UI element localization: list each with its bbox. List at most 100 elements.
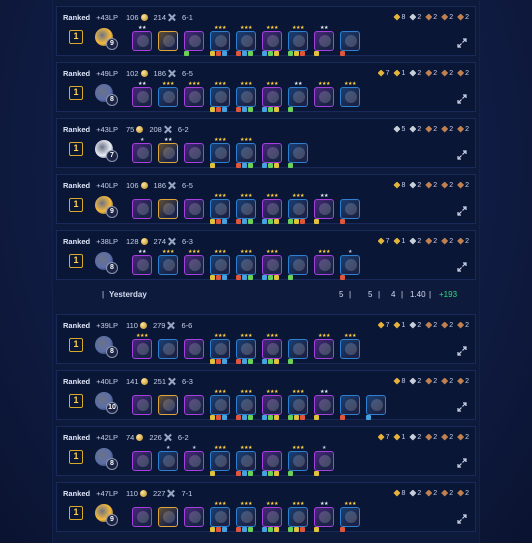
champion-portrait[interactable] xyxy=(184,507,204,527)
expand-icon[interactable] xyxy=(457,203,467,216)
champion-portrait[interactable] xyxy=(314,451,334,471)
champion-portrait[interactable] xyxy=(132,451,152,471)
champion-portrait[interactable] xyxy=(236,199,256,219)
champion-portrait[interactable] xyxy=(288,507,308,527)
champion-portrait[interactable] xyxy=(262,87,282,107)
champion-portrait[interactable] xyxy=(236,507,256,527)
champion-portrait[interactable] xyxy=(340,87,360,107)
champion-portrait[interactable] xyxy=(288,143,308,163)
expand-icon[interactable] xyxy=(457,91,467,104)
champion-portrait[interactable] xyxy=(184,395,204,415)
champion-portrait[interactable] xyxy=(184,255,204,275)
match-card[interactable]: Ranked +42LP 74 226 6-2 7 1 2 2 2 2 1 8 ★ ★ ★★★ ★★★ ★★★ ★ xyxy=(56,426,476,476)
champion-portrait[interactable] xyxy=(314,87,334,107)
champion-portrait[interactable] xyxy=(314,199,334,219)
trait-count: 7 xyxy=(377,237,389,245)
champion-portrait[interactable] xyxy=(132,199,152,219)
champion-portrait[interactable] xyxy=(184,339,204,359)
champion-portrait[interactable] xyxy=(210,339,230,359)
champion-portrait[interactable] xyxy=(236,31,256,51)
champion-portrait[interactable] xyxy=(158,507,178,527)
champion-portrait[interactable] xyxy=(366,395,386,415)
champion-portrait[interactable] xyxy=(262,395,282,415)
champion-portrait[interactable] xyxy=(132,31,152,51)
champion-portrait[interactable] xyxy=(288,31,308,51)
item-icon xyxy=(314,219,319,224)
champion-portrait[interactable] xyxy=(314,255,334,275)
champion-portrait[interactable] xyxy=(184,87,204,107)
champion-portrait[interactable] xyxy=(184,143,204,163)
champion-portrait[interactable] xyxy=(210,199,230,219)
expand-icon[interactable] xyxy=(457,147,467,160)
champion-portrait[interactable] xyxy=(262,143,282,163)
champion-portrait[interactable] xyxy=(262,31,282,51)
champion-portrait[interactable] xyxy=(158,451,178,471)
champion-portrait[interactable] xyxy=(340,31,360,51)
champion-portrait[interactable] xyxy=(158,395,178,415)
champion-portrait[interactable] xyxy=(288,255,308,275)
champion-portrait[interactable] xyxy=(288,199,308,219)
champion-portrait[interactable] xyxy=(158,87,178,107)
champion-portrait[interactable] xyxy=(184,31,204,51)
champion-portrait[interactable] xyxy=(236,255,256,275)
champion-portrait[interactable] xyxy=(262,199,282,219)
champion-portrait[interactable] xyxy=(158,199,178,219)
champion-portrait[interactable] xyxy=(314,507,334,527)
champion-portrait[interactable] xyxy=(340,199,360,219)
champion-portrait[interactable] xyxy=(132,395,152,415)
expand-icon[interactable] xyxy=(457,259,467,272)
champion-portrait[interactable] xyxy=(288,395,308,415)
champion-portrait[interactable] xyxy=(210,255,230,275)
match-card[interactable]: Ranked +40LP 106 186 6-5 8 2 2 2 2 1 9 ★★★ ★★★ ★★★ ★★★ ★… xyxy=(56,174,476,224)
champion-portrait[interactable] xyxy=(340,255,360,275)
champion-portrait[interactable] xyxy=(340,507,360,527)
match-card[interactable]: Ranked +43LP 75 208 6-2 5 2 2 2 2 1 7 ★ ★★ ★★★ ★★★ xyxy=(56,118,476,168)
champion-portrait[interactable] xyxy=(288,451,308,471)
champion-portrait[interactable] xyxy=(262,255,282,275)
champion-portrait[interactable] xyxy=(132,255,152,275)
expand-icon[interactable] xyxy=(457,455,467,468)
champion-portrait[interactable] xyxy=(184,451,204,471)
expand-icon[interactable] xyxy=(457,35,467,48)
champion-portrait[interactable] xyxy=(236,143,256,163)
champion-portrait[interactable] xyxy=(210,395,230,415)
expand-icon[interactable] xyxy=(457,511,467,524)
champion-portrait[interactable] xyxy=(210,31,230,51)
champion-portrait[interactable] xyxy=(288,87,308,107)
champion-portrait[interactable] xyxy=(158,143,178,163)
champion-portrait[interactable] xyxy=(236,87,256,107)
champion-portrait[interactable] xyxy=(314,395,334,415)
champion-portrait[interactable] xyxy=(158,339,178,359)
champion-portrait[interactable] xyxy=(262,451,282,471)
champion-portrait[interactable] xyxy=(132,339,152,359)
champion-portrait[interactable] xyxy=(210,451,230,471)
match-card[interactable]: Ranked +47LP 110 227 7-1 8 2 2 2 2 1 9 ★★★ ★★★ ★★★ ★★★ ★… xyxy=(56,482,476,532)
match-card[interactable]: Ranked +40LP 141 251 6-3 8 2 2 2 2 1 10 ★★★ ★★★ ★★★ ★★★… xyxy=(56,370,476,420)
expand-icon[interactable] xyxy=(457,399,467,412)
champion-portrait[interactable] xyxy=(210,143,230,163)
champion-portrait[interactable] xyxy=(132,507,152,527)
champion-portrait[interactable] xyxy=(158,31,178,51)
champion-portrait[interactable] xyxy=(314,339,334,359)
champion-portrait[interactable] xyxy=(210,87,230,107)
champion-portrait[interactable] xyxy=(262,507,282,527)
champion-portrait[interactable] xyxy=(210,507,230,527)
champion-portrait[interactable] xyxy=(236,339,256,359)
match-card[interactable]: Ranked +43LP 106 214 6-1 8 2 2 2 2 1 9 ★★ ★★★ ★★★ ★★★ ★★… xyxy=(56,6,476,56)
champion-portrait[interactable] xyxy=(184,199,204,219)
expand-icon[interactable] xyxy=(457,343,467,356)
champion-portrait[interactable] xyxy=(236,451,256,471)
champion-portrait[interactable] xyxy=(262,339,282,359)
champion-portrait[interactable] xyxy=(236,395,256,415)
match-card[interactable]: Ranked +39LP 110 279 6-6 7 1 2 2 2 2 1 8 ★★★ ★★★ ★★★ ★★★… xyxy=(56,314,476,364)
champion-portrait[interactable] xyxy=(132,143,152,163)
champion-portrait[interactable] xyxy=(132,87,152,107)
champion-portrait[interactable] xyxy=(158,255,178,275)
match-card[interactable]: Ranked +49LP 102 186 6-5 7 1 2 2 2 2 1 8 ★★ ★★★ ★★★ ★★★ ★… xyxy=(56,62,476,112)
match-card[interactable]: Ranked +38LP 128 274 6-3 7 1 2 2 2 2 1 8 ★★ ★★★ ★★★ ★★★ ★… xyxy=(56,230,476,280)
champion-portrait[interactable] xyxy=(340,395,360,415)
swords-icon xyxy=(168,182,176,189)
champion-portrait[interactable] xyxy=(288,339,308,359)
champion-portrait[interactable] xyxy=(340,339,360,359)
champion-portrait[interactable] xyxy=(314,31,334,51)
